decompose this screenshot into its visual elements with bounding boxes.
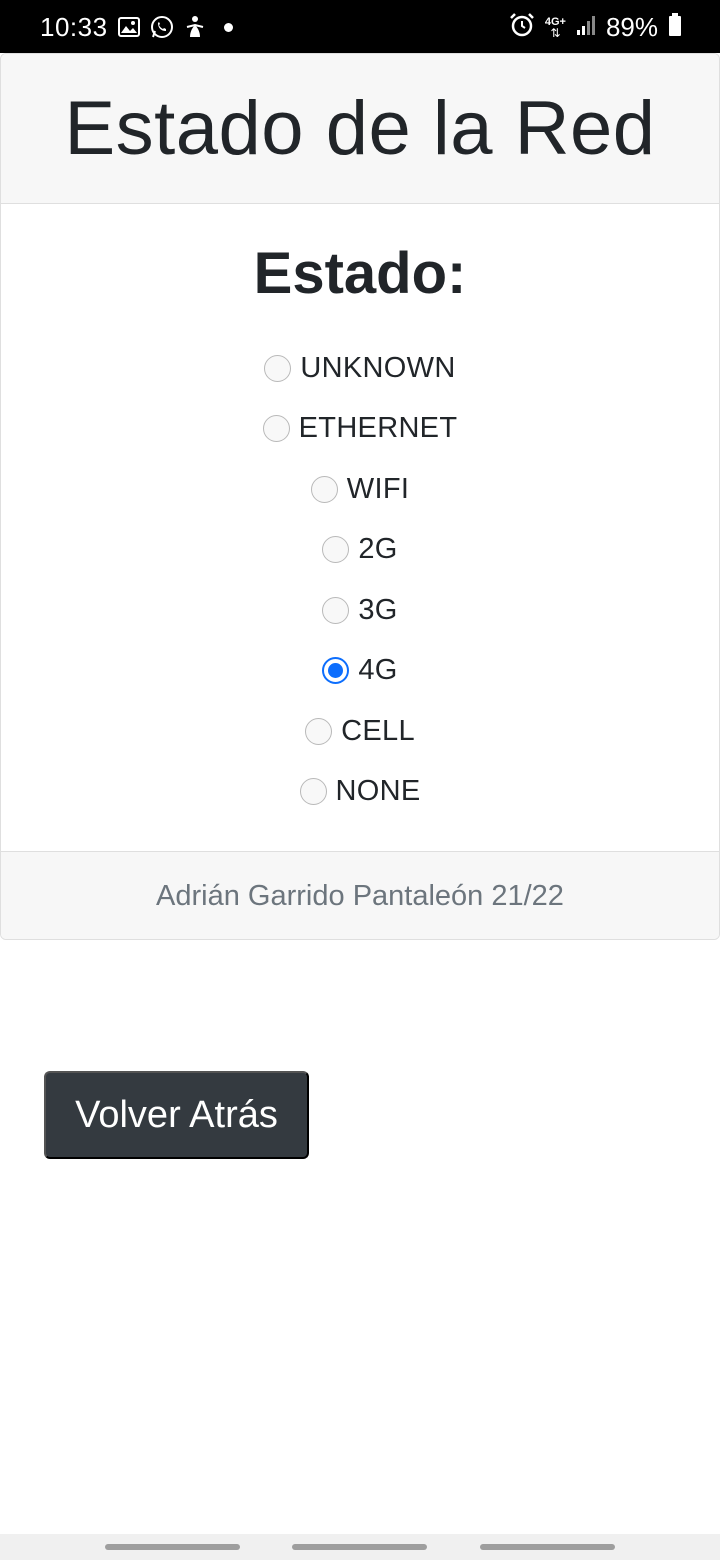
radio-button[interactable] — [310, 475, 338, 503]
alarm-icon — [509, 12, 535, 43]
status-heading: Estado: — [253, 241, 467, 306]
network-option-cell[interactable]: CELL — [1, 701, 719, 762]
network-option-2g[interactable]: 2G — [1, 520, 719, 581]
4g-signal-icon: 4G+ ⇅ — [544, 15, 566, 40]
radio-button[interactable] — [262, 415, 290, 443]
footer-credit: Adrián Garrido Pantaleón 21/22 — [156, 879, 564, 912]
radio-button[interactable] — [322, 536, 350, 564]
whatsapp-icon — [150, 14, 174, 40]
nav-recents-button[interactable] — [105, 1544, 240, 1550]
network-option-3g[interactable]: 3G — [1, 580, 719, 641]
nav-back-button[interactable] — [480, 1544, 615, 1550]
radio-label: ETHERNET — [298, 412, 458, 445]
radio-button[interactable] — [322, 657, 350, 685]
notification-dot — [224, 14, 233, 40]
card-body: Estado: UNKNOWN ETHERNET WIFI 2G 3G 4G CELL NON… — [1, 204, 719, 851]
network-option-none[interactable]: NONE — [1, 762, 719, 823]
radio-label: WIFI — [346, 472, 410, 505]
card-footer: Adrián Garrido Pantaleón 21/22 — [1, 851, 719, 939]
network-option-unknown[interactable]: UNKNOWN — [1, 338, 719, 399]
navigation-bar — [0, 1534, 720, 1560]
page-title: Estado de la Red — [64, 86, 656, 171]
radio-button[interactable] — [305, 717, 333, 745]
network-option-ethernet[interactable]: ETHERNET — [1, 399, 719, 460]
clock: 10:33 — [40, 12, 108, 42]
network-option-4g[interactable]: 4G — [1, 641, 719, 702]
radio-label: UNKNOWN — [300, 351, 456, 384]
radio-label: CELL — [341, 714, 415, 747]
radio-button[interactable] — [264, 354, 292, 382]
back-button[interactable]: Volver Atrás — [44, 1071, 309, 1159]
battery-icon — [668, 13, 682, 42]
status-icons: 4G+ ⇅ 89% — [509, 12, 682, 43]
radio-label: NONE — [335, 775, 421, 808]
battery-percent: 89% — [605, 12, 658, 42]
network-option-wifi[interactable]: WIFI — [1, 459, 719, 520]
nav-home-button[interactable] — [292, 1544, 427, 1550]
network-options: UNKNOWN ETHERNET WIFI 2G 3G 4G CELL NONE — [1, 338, 719, 822]
radio-label: 2G — [358, 533, 398, 566]
radio-label: 3G — [358, 593, 398, 626]
radio-button[interactable] — [299, 778, 327, 806]
status-bar: 10:33 4G+ ⇅ 89% — [0, 0, 720, 53]
image-icon — [118, 14, 140, 40]
accessibility-icon — [184, 14, 206, 40]
signal-bars-icon — [576, 14, 596, 41]
card-header: Estado de la Red — [1, 54, 719, 204]
radio-button[interactable] — [322, 596, 350, 624]
radio-label: 4G — [358, 654, 398, 687]
network-status-card: Estado de la Red Estado: UNKNOWN ETHERNET… — [0, 53, 720, 940]
